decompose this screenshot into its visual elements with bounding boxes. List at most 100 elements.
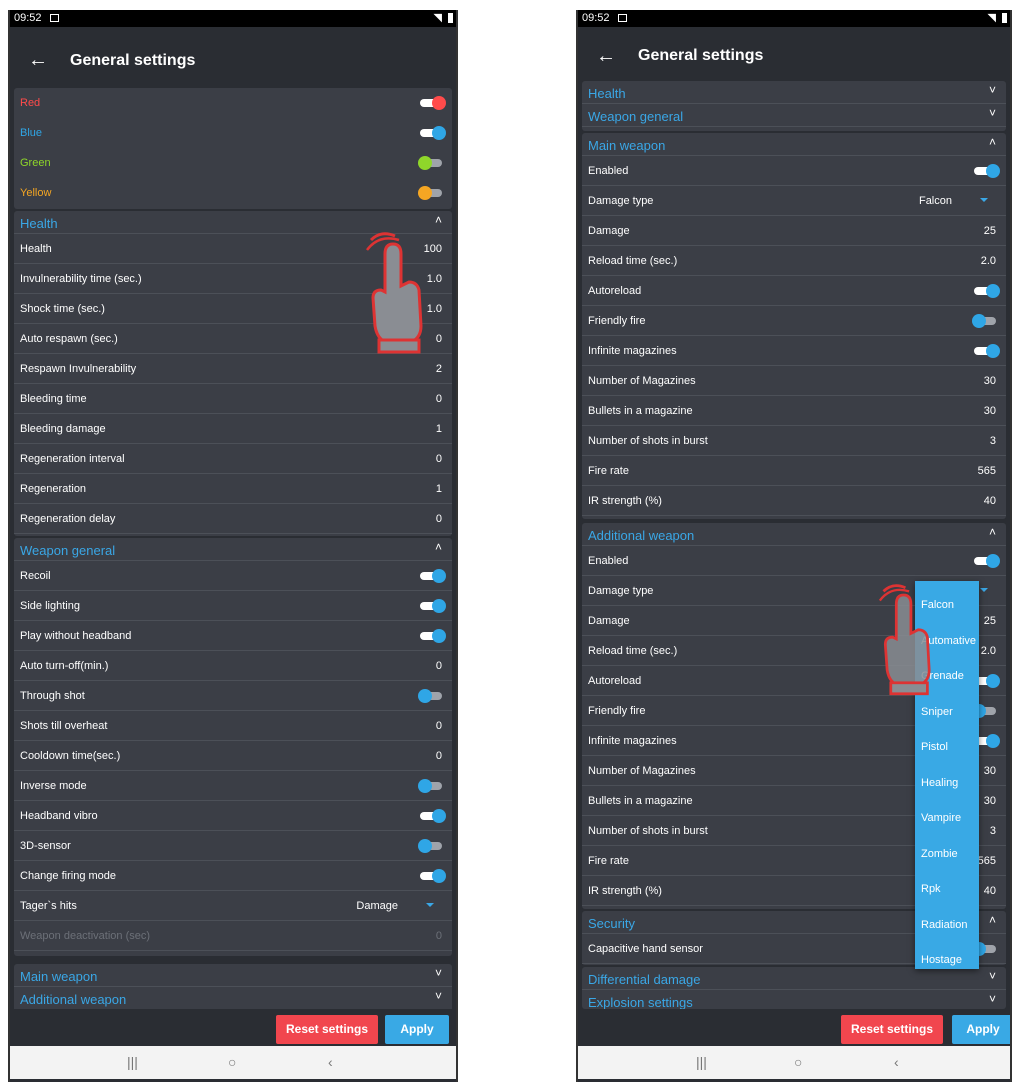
setting-value: 0: [435, 513, 442, 525]
headband-vibro-toggle[interactable]: [420, 809, 446, 823]
chevron-down-icon[interactable]: ˅: [435, 989, 442, 1003]
recent-apps-icon[interactable]: |||: [696, 1054, 707, 1070]
setting-row-shots-till-overheat[interactable]: Shots till overheat 0: [14, 711, 452, 741]
chevron-down-icon[interactable]: ˅: [989, 83, 996, 97]
chevron-down-icon[interactable]: ˅: [989, 992, 996, 1006]
apply-button[interactable]: Apply: [952, 1015, 1010, 1044]
play-without-headband-toggle[interactable]: [420, 629, 446, 643]
caret-down-icon[interactable]: [426, 903, 434, 907]
dropdown-option-healing[interactable]: Healing: [921, 777, 958, 789]
setting-row-fire-rate[interactable]: Fire rate 565: [582, 456, 1006, 486]
dropdown-option-pistol[interactable]: Pistol: [921, 741, 948, 753]
setting-row-respawn-invulnerability[interactable]: Respawn Invulnerability 2: [14, 354, 452, 384]
setting-value: 1: [435, 423, 442, 435]
setting-row-auto-turn-off-min[interactable]: Auto turn-off(min.) 0: [14, 651, 452, 681]
change-firing-mode-toggle[interactable]: [420, 869, 446, 883]
yellow-color-toggle[interactable]: [418, 186, 444, 200]
dropdown-option-vampire[interactable]: Vampire: [921, 812, 961, 824]
setting-row-number-of-magazines[interactable]: Number of Magazines 30: [582, 366, 1006, 396]
chevron-up-icon[interactable]: ˄: [435, 213, 442, 227]
chevron-up-icon[interactable]: ˄: [989, 135, 996, 149]
health-header[interactable]: Health ˅: [582, 81, 1006, 104]
main-weapon-section-header[interactable]: Main weapon ˄: [582, 133, 1006, 156]
setting-row-ir-strength[interactable]: IR strength (%) 40: [582, 486, 1006, 516]
recent-apps-icon[interactable]: |||: [127, 1054, 138, 1070]
setting-row-bullets-in-a-magazine[interactable]: Bullets in a magazine 30: [582, 396, 1006, 426]
chevron-down-icon[interactable]: ˅: [989, 106, 996, 120]
weapon-general-section-header[interactable]: Weapon general ˄: [14, 538, 452, 561]
chevron-down-icon[interactable]: ˅: [989, 969, 996, 983]
setting-row-damage-type[interactable]: Damage type Falcon: [582, 186, 1006, 216]
setting-row-damage[interactable]: Damage 25: [582, 216, 1006, 246]
setting-label: Invulnerability time (sec.): [20, 273, 142, 285]
caret-down-icon[interactable]: [980, 588, 988, 592]
blue-color-toggle[interactable]: [420, 126, 446, 140]
back-icon[interactable]: ‹: [894, 1054, 899, 1070]
weapon-general-header[interactable]: Weapon general ˅: [582, 104, 1006, 127]
infinite-magazines-toggle[interactable]: [974, 344, 1000, 358]
setting-label: Bleeding time: [20, 393, 87, 405]
setting-row-number-of-shots-in-burst[interactable]: Number of shots in burst 3: [582, 426, 1006, 456]
main-weapon-header[interactable]: Main weapon ˅: [14, 964, 452, 987]
setting-row-tager-s-hits[interactable]: Tager`s hits Damage: [14, 891, 452, 921]
chevron-down-icon[interactable]: ˅: [435, 966, 442, 980]
wifi-icon: ◥: [433, 12, 442, 24]
setting-row-bleeding-time[interactable]: Bleeding time 0: [14, 384, 452, 414]
section-title: Additional weapon: [588, 528, 695, 543]
through-shot-toggle[interactable]: [418, 689, 444, 703]
enabled-toggle[interactable]: [974, 164, 1000, 178]
apply-button[interactable]: Apply: [385, 1015, 449, 1044]
autoreload-toggle[interactable]: [974, 284, 1000, 298]
additional-weapon-section-header[interactable]: Additional weapon ˄: [582, 523, 1006, 546]
home-icon[interactable]: ○: [228, 1054, 236, 1070]
setting-row-bleeding-damage[interactable]: Bleeding damage 1: [14, 414, 452, 444]
friendly-fire-toggle[interactable]: [972, 314, 998, 328]
green-color-toggle[interactable]: [418, 156, 444, 170]
chevron-up-icon[interactable]: ˄: [989, 525, 996, 539]
setting-label: Enabled: [588, 165, 629, 177]
setting-value: 40: [983, 885, 996, 897]
inverse-mode-toggle[interactable]: [418, 779, 444, 793]
red-color-toggle[interactable]: [420, 96, 446, 110]
toggle-knob: [972, 314, 986, 328]
home-icon[interactable]: ○: [794, 1054, 802, 1070]
setting-row-regeneration[interactable]: Regeneration 1: [14, 474, 452, 504]
additional-weapon-header[interactable]: Additional weapon ˅: [14, 987, 452, 1010]
recoil-toggle[interactable]: [420, 569, 446, 583]
chevron-up-icon[interactable]: ˄: [989, 913, 996, 927]
caret-down-icon[interactable]: [980, 198, 988, 202]
setting-value: 3: [989, 825, 996, 837]
chevron-up-icon[interactable]: ˄: [435, 540, 442, 554]
dropdown-option-rpk[interactable]: Rpk: [921, 883, 941, 895]
setting-label: Auto turn-off(min.): [20, 660, 109, 672]
reset-settings-button[interactable]: Reset settings: [841, 1015, 943, 1044]
dropdown-option-sniper[interactable]: Sniper: [921, 706, 953, 718]
toggle-knob: [418, 186, 432, 200]
setting-value: 30: [983, 375, 996, 387]
enabled-toggle[interactable]: [974, 554, 1000, 568]
setting-row-regeneration-interval[interactable]: Regeneration interval 0: [14, 444, 452, 474]
setting-row-reload-time-sec[interactable]: Reload time (sec.) 2.0: [582, 246, 1006, 276]
setting-value: 3: [989, 435, 996, 447]
differential-damage-header[interactable]: Differential damage ˅: [582, 967, 1006, 990]
arrow-left-icon[interactable]: ←: [28, 49, 48, 72]
3d-sensor-toggle[interactable]: [418, 839, 444, 853]
setting-label: Through shot: [20, 690, 85, 702]
dropdown-option-zombie[interactable]: Zombie: [921, 848, 958, 860]
back-icon[interactable]: ‹: [328, 1054, 333, 1070]
bottom-action-bar: Reset settings Apply: [578, 1009, 1010, 1045]
dropdown-option-hostage[interactable]: Hostage: [921, 954, 962, 966]
setting-label: Inverse mode: [20, 780, 87, 792]
side-lighting-toggle[interactable]: [420, 599, 446, 613]
dropdown-option-radiation[interactable]: Radiation: [921, 919, 967, 931]
setting-row-regeneration-delay[interactable]: Regeneration delay 0: [14, 504, 452, 534]
reset-settings-button[interactable]: Reset settings: [276, 1015, 378, 1044]
setting-row-cooldown-time-sec[interactable]: Cooldown time(sec.) 0: [14, 741, 452, 771]
setting-value: 0: [435, 393, 442, 405]
app-bar: ← General settings: [578, 27, 1010, 87]
setting-row-weapon-deactivation-sec[interactable]: Weapon deactivation (sec) 0: [14, 921, 452, 951]
toggle-knob: [418, 839, 432, 853]
collapsed-bottom-sections: Differential damage ˅ Explosion settings ˅: [582, 967, 1006, 1013]
setting-label: Change firing mode: [20, 870, 117, 882]
arrow-left-icon[interactable]: ←: [596, 45, 616, 68]
